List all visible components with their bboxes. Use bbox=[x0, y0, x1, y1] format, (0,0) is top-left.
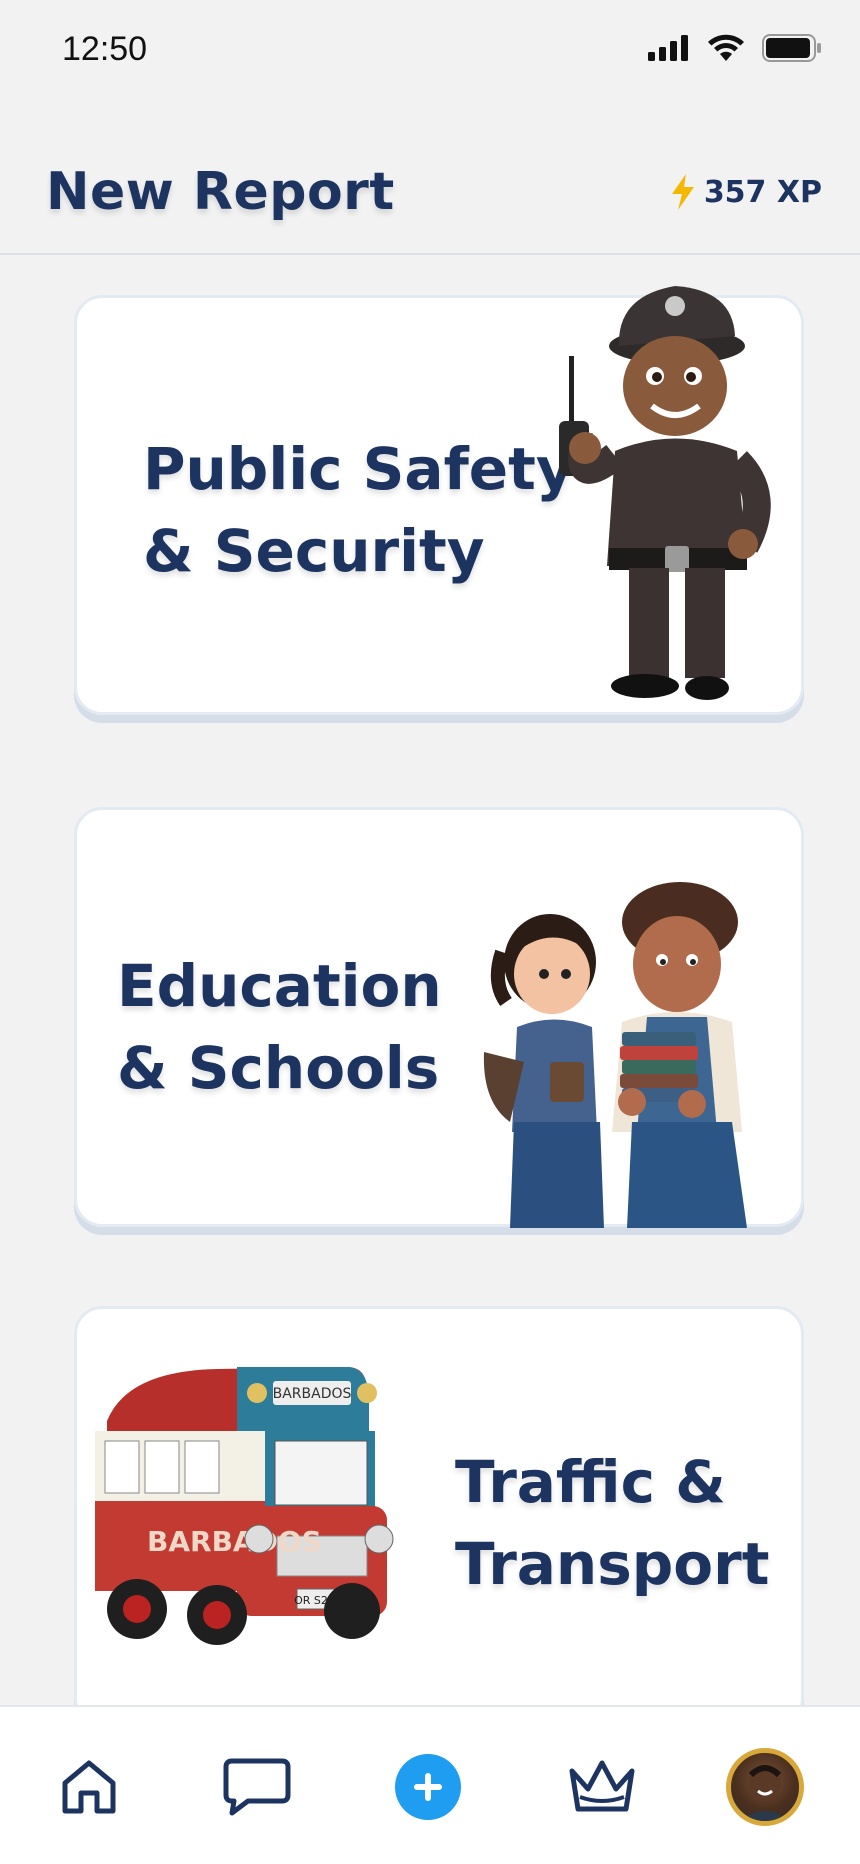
category-title: Traffic & Transport bbox=[455, 1448, 770, 1598]
status-bar: 12:50 bbox=[0, 0, 860, 110]
battery-icon bbox=[762, 34, 821, 62]
nav-add[interactable] bbox=[378, 1737, 478, 1837]
bus-side-text: BARBADOS bbox=[147, 1525, 322, 1558]
avatar-face-icon bbox=[741, 1765, 789, 1821]
category-card-education[interactable]: Education & Schools bbox=[74, 807, 804, 1228]
nav-profile[interactable] bbox=[715, 1737, 815, 1837]
xp-badge: 357 XP bbox=[670, 174, 822, 210]
bus-sign-text: BARBADOS bbox=[273, 1386, 352, 1402]
nav-leaderboard[interactable] bbox=[552, 1737, 652, 1837]
header: New Report 357 XP bbox=[0, 140, 860, 255]
page-title: New Report bbox=[46, 162, 395, 222]
home-icon bbox=[62, 1760, 116, 1814]
add-icon bbox=[414, 1773, 442, 1801]
chat-icon bbox=[223, 1758, 291, 1816]
category-card-traffic[interactable]: BARBADOS BARBADOS OR S219 Traffic & Tran… bbox=[74, 1306, 804, 1726]
category-title: Education & Schools bbox=[117, 952, 442, 1102]
wifi-icon bbox=[708, 34, 744, 61]
status-icons bbox=[648, 34, 822, 62]
lightning-icon bbox=[671, 174, 694, 210]
category-card-public-safety[interactable]: Public Safety & Security bbox=[74, 286, 804, 715]
police-officer-illustration bbox=[559, 286, 771, 700]
add-button[interactable] bbox=[395, 1754, 461, 1820]
xp-value: 357 XP bbox=[703, 174, 822, 210]
students-illustration bbox=[483, 882, 747, 1228]
bottom-nav bbox=[0, 1705, 860, 1864]
nav-home[interactable] bbox=[39, 1737, 139, 1837]
category-title: Public Safety & Security bbox=[143, 435, 574, 585]
bus-illustration: BARBADOS BARBADOS OR S219 bbox=[95, 1367, 394, 1645]
nav-chat[interactable] bbox=[207, 1737, 307, 1837]
signal-icon bbox=[648, 35, 688, 61]
status-time: 12:50 bbox=[62, 30, 148, 68]
profile-avatar bbox=[726, 1748, 804, 1826]
crown-icon bbox=[569, 1760, 635, 1812]
